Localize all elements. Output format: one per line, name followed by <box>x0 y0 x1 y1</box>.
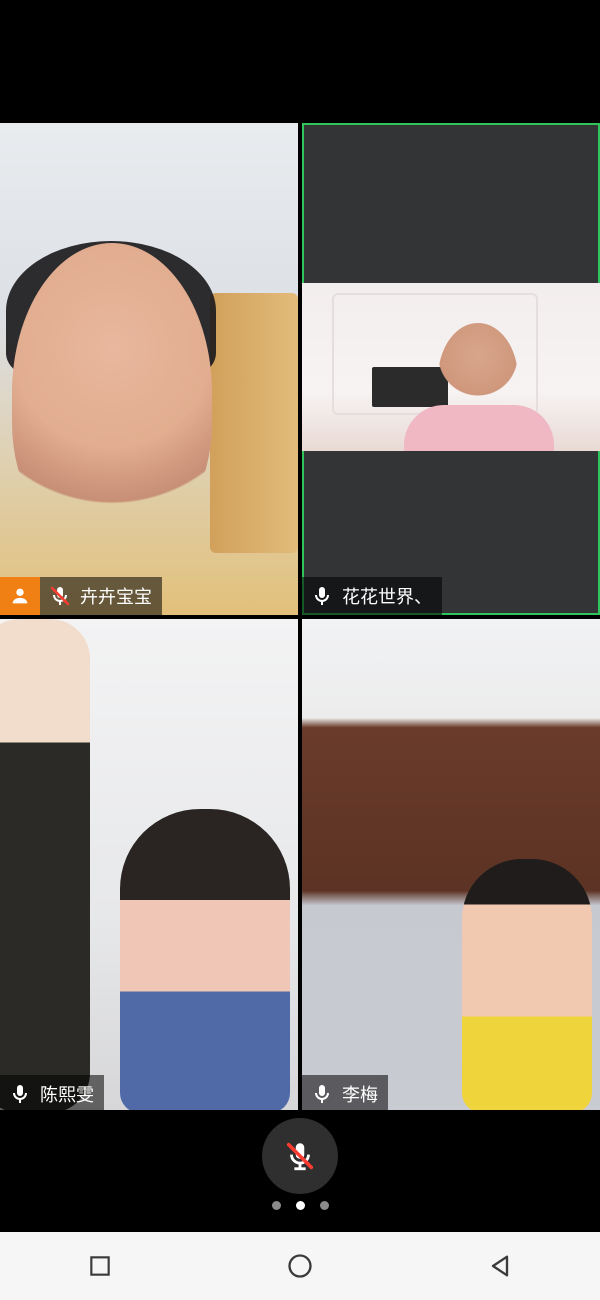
video-feed-4 <box>302 619 600 1113</box>
host-badge <box>0 577 40 615</box>
recent-apps-button[interactable] <box>68 1234 132 1298</box>
home-button[interactable] <box>268 1234 332 1298</box>
host-person-icon <box>12 588 28 604</box>
participant-tile-4[interactable]: 李梅 <box>302 619 600 1113</box>
participant-tile-2[interactable]: 花花世界、 <box>302 123 600 615</box>
mute-toggle-button[interactable] <box>262 1118 338 1194</box>
microphone-muted-icon <box>286 1142 314 1171</box>
circle-icon <box>288 1254 312 1278</box>
back-button[interactable] <box>468 1234 532 1298</box>
triangle-back-icon <box>491 1255 509 1277</box>
microphone-icon <box>6 1080 34 1108</box>
page-indicator[interactable] <box>0 1198 600 1212</box>
microphone-muted-icon <box>46 582 74 610</box>
participant-child <box>462 859 592 1113</box>
page-dot-3[interactable] <box>319 1200 329 1210</box>
android-navigation-bar <box>0 1232 600 1300</box>
participant-name: 花花世界、 <box>342 587 432 608</box>
participant-name: 陈熙雯 <box>40 1085 94 1106</box>
video-feed-1 <box>0 123 298 615</box>
participant-label-2: 花花世界、 <box>302 577 442 615</box>
participant-label-1: 卉卉宝宝 <box>0 577 162 615</box>
participant-tile-1[interactable]: 卉卉宝宝 <box>0 123 298 615</box>
video-feed-2 <box>302 283 600 451</box>
participant-label-3: 陈熙雯 <box>0 1075 104 1113</box>
tv <box>372 367 448 407</box>
participant-name: 卉卉宝宝 <box>80 587 152 608</box>
square-icon <box>90 1256 110 1276</box>
participant-face <box>12 243 212 543</box>
participant-label-4: 李梅 <box>302 1075 388 1113</box>
background-shelf <box>210 293 298 553</box>
microphone-icon <box>308 582 336 610</box>
participant-shirt <box>404 405 554 451</box>
participant-name: 李梅 <box>342 1085 378 1106</box>
page-dot-2[interactable] <box>295 1200 305 1210</box>
participant-tile-3[interactable]: 陈熙雯 <box>0 619 298 1113</box>
video-grid: 卉卉宝宝 花花世界、 陈熙雯 李梅 <box>0 123 600 1113</box>
microphone-icon <box>308 1080 336 1108</box>
video-feed-3 <box>0 619 298 1113</box>
participant-adult <box>0 619 90 1113</box>
page-dot-1[interactable] <box>271 1200 281 1210</box>
top-black-area <box>0 0 600 123</box>
call-controls <box>0 1110 600 1232</box>
participant-child <box>120 809 290 1113</box>
